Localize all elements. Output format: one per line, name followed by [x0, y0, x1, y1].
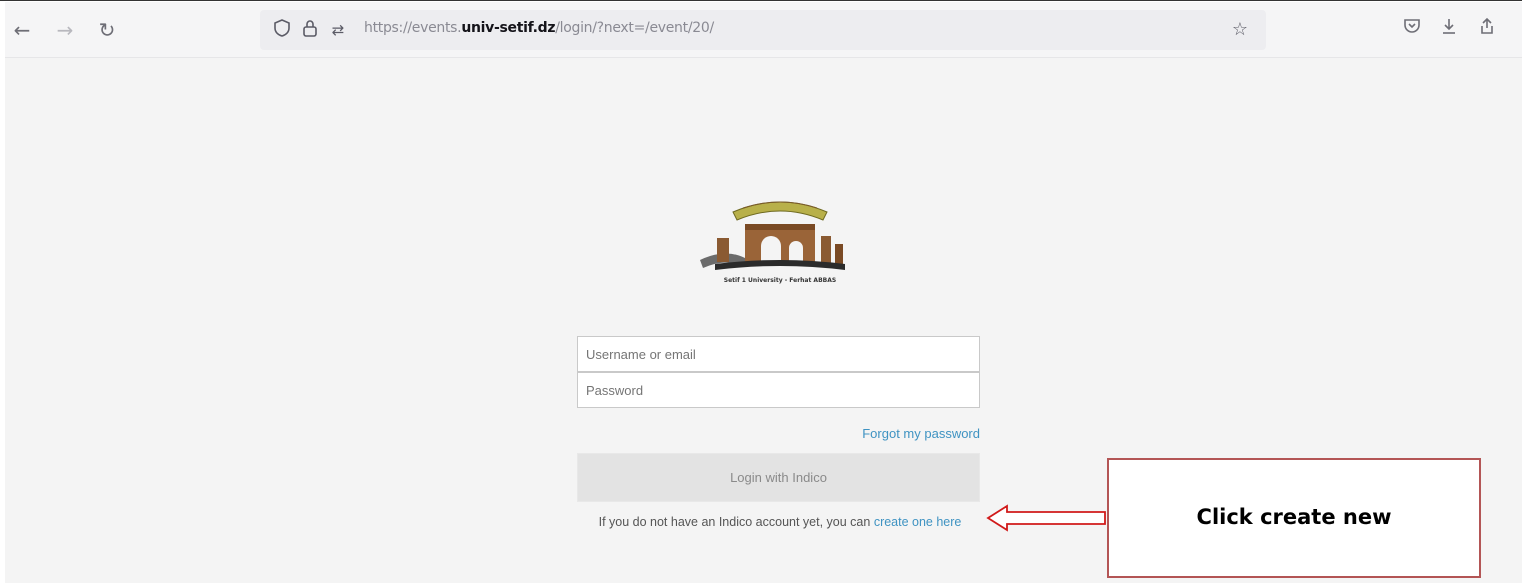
password-input[interactable]: [577, 372, 980, 408]
forward-arrow-icon[interactable]: →: [53, 18, 77, 42]
url-path: /login/?next=/event/20/: [555, 20, 714, 36]
red-arrow-icon: [986, 504, 1106, 532]
browser-toolbar: ← → ↻ ⇄ https://events.univ-setif.dz/log…: [5, 2, 1522, 58]
university-logo: Setif 1 University - Ferhat ABBAS: [695, 190, 865, 290]
shield-icon[interactable]: [270, 18, 294, 42]
permissions-icon[interactable]: ⇄: [326, 18, 350, 42]
create-account-link[interactable]: create one here: [874, 515, 962, 529]
share-icon[interactable]: [1475, 16, 1499, 40]
login-button[interactable]: Login with Indico: [577, 453, 980, 502]
create-account-info: If you do not have an Indico account yet…: [570, 513, 990, 532]
url-text[interactable]: https://events.univ-setif.dz/login/?next…: [364, 20, 714, 36]
address-bar[interactable]: ⇄ https://events.univ-setif.dz/login/?ne…: [260, 10, 1266, 50]
lock-icon[interactable]: [298, 18, 322, 42]
url-prefix: https://events.: [364, 20, 462, 36]
reload-icon[interactable]: ↻: [95, 18, 119, 42]
callout-text: Click create new: [1196, 505, 1392, 529]
url-domain: univ-setif.dz: [461, 20, 556, 36]
back-arrow-icon[interactable]: ←: [10, 18, 34, 42]
top-border: [0, 0, 1522, 1]
bookmark-star-icon[interactable]: ☆: [1228, 18, 1252, 42]
info-text: If you do not have an Indico account yet…: [598, 515, 871, 529]
logo-caption: Setif 1 University - Ferhat ABBAS: [724, 277, 836, 284]
download-icon[interactable]: [1437, 16, 1461, 40]
forgot-password-link[interactable]: Forgot my password: [760, 426, 980, 441]
pocket-icon[interactable]: [1400, 16, 1424, 40]
username-input[interactable]: [577, 336, 980, 372]
annotation-callout: Click create new: [1107, 458, 1481, 578]
